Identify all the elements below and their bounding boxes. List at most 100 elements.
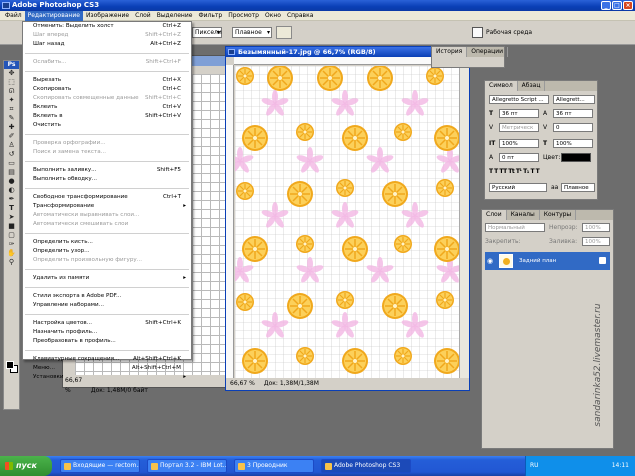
task-button-inbox[interactable]: Входящие — rectom...: [60, 459, 140, 473]
eye-icon[interactable]: ◉: [487, 256, 497, 266]
text-style-buttons[interactable]: T T TT Tt T¹ T₁ T T: [489, 167, 540, 176]
dodge-tool-icon[interactable]: ◐: [4, 186, 19, 195]
edit-menu-item[interactable]: Скопировать Ctrl+C: [23, 85, 191, 94]
tab-paths[interactable]: Контуры: [540, 210, 577, 220]
maximize-button[interactable]: □: [612, 1, 622, 10]
pen-tool-icon[interactable]: ✒: [4, 195, 19, 204]
tab-layers[interactable]: Слои: [482, 210, 507, 220]
menu-window[interactable]: Окно: [262, 11, 284, 21]
workspace-icon[interactable]: [472, 27, 483, 38]
eyedropper-tool-icon[interactable]: ✑: [4, 240, 19, 249]
move-tool-icon[interactable]: ✥: [4, 69, 19, 78]
edit-menu-item[interactable]: Преобразовать в профиль...: [23, 337, 191, 346]
edit-menu-item[interactable]: Вырезать Ctrl+X: [23, 76, 191, 85]
refine-edge-button[interactable]: [276, 26, 292, 39]
vertical-scrollbar[interactable]: [459, 57, 469, 378]
menu-help[interactable]: Справка: [284, 11, 316, 21]
tab-actions[interactable]: Операции: [467, 47, 508, 57]
gradient-tool-icon[interactable]: ▤: [4, 168, 19, 177]
start-button[interactable]: пуск: [0, 456, 52, 476]
task-button-explorer[interactable]: 3 Проводник: [234, 459, 314, 473]
blend-mode-select[interactable]: Нормальный: [485, 223, 545, 232]
menu-edit[interactable]: Редактирование: [24, 10, 83, 21]
edit-menu-item[interactable]: Удалить из памяти ▸: [23, 274, 191, 283]
eraser-tool-icon[interactable]: ▭: [4, 159, 19, 168]
edit-menu-item[interactable]: Вклеить в Shift+Ctrl+V: [23, 112, 191, 121]
edit-menu-item[interactable]: Клавиатурные сокращения... Alt+Shift+Ctrl…: [23, 355, 191, 364]
edit-menu-item-shortcut: Alt+Shift+Ctrl+K: [133, 356, 181, 362]
font-size-field[interactable]: 36 пт: [499, 109, 539, 118]
healing-brush-tool-icon[interactable]: ✚: [4, 123, 19, 132]
foreground-color-swatch[interactable]: [6, 361, 14, 369]
edit-menu-item[interactable]: Выполнить заливку... Shift+F5: [23, 166, 191, 175]
edit-menu-item[interactable]: Шаг назад Alt+Ctrl+Z: [23, 40, 191, 49]
vertical-scale-field[interactable]: 100%: [499, 139, 539, 148]
tab-character[interactable]: Символ: [485, 81, 518, 91]
edit-menu-item[interactable]: Вклеить Ctrl+V: [23, 103, 191, 112]
leading-field[interactable]: 36 пт: [553, 109, 593, 118]
tracking-field[interactable]: 0: [553, 123, 593, 132]
task-button-photoshop[interactable]: Adobe Photoshop CS3: [321, 459, 411, 473]
history-brush-tool-icon[interactable]: ↺: [4, 150, 19, 159]
path-selection-tool-icon[interactable]: ➤: [4, 213, 19, 222]
edit-menu-item[interactable]: Установки ▸: [23, 373, 191, 382]
edit-menu-item[interactable]: Стили экспорта в Adobe PDF...: [23, 292, 191, 301]
tab-paragraph[interactable]: Абзац: [518, 81, 546, 91]
menu-select[interactable]: Выделение: [154, 11, 196, 21]
minimize-button[interactable]: _: [601, 1, 611, 10]
menu-image[interactable]: Изображение: [83, 11, 132, 21]
stamp-tool-icon[interactable]: ♙: [4, 141, 19, 150]
crop-tool-icon[interactable]: ⌗: [4, 105, 19, 114]
text-color-swatch[interactable]: [561, 153, 591, 162]
baseline-field[interactable]: 0 пт: [499, 153, 539, 162]
brush-tool-icon[interactable]: ✐: [4, 132, 19, 141]
edit-menu-item[interactable]: Настройка цветов... Shift+Ctrl+K: [23, 319, 191, 328]
menu-file[interactable]: Файл: [2, 11, 25, 21]
close-button[interactable]: ×: [623, 1, 633, 10]
marquee-tool-icon[interactable]: ⬚: [4, 78, 19, 87]
edit-menu-item[interactable]: Трансформирование ▸: [23, 202, 191, 211]
font-style-select[interactable]: Allegrett...: [553, 95, 595, 104]
horizontal-scale-field[interactable]: 100%: [553, 139, 593, 148]
tab-channels[interactable]: Каналы: [507, 210, 540, 220]
task-button-portal[interactable]: Портал 3.2 - IBM Lot...: [147, 459, 227, 473]
magic-wand-tool-icon[interactable]: ✦: [4, 96, 19, 105]
lasso-tool-icon[interactable]: ᘏ: [4, 87, 19, 96]
kerning-field[interactable]: Метрическ: [499, 123, 539, 132]
slice-tool-icon[interactable]: ✎: [4, 114, 19, 123]
notes-tool-icon[interactable]: ▢: [4, 231, 19, 240]
horizontal-ruler[interactable]: [234, 57, 459, 65]
mode-select[interactable]: Пиксели: [192, 27, 222, 38]
vertical-ruler[interactable]: [226, 65, 234, 378]
opacity-field[interactable]: 100%: [582, 223, 610, 232]
blur-tool-icon[interactable]: ●: [4, 177, 19, 186]
menu-filter[interactable]: Фильтр: [195, 11, 225, 21]
type-tool-icon[interactable]: T: [4, 204, 19, 213]
edit-menu-item[interactable]: Определить узор...: [23, 247, 191, 256]
edit-menu-item[interactable]: Выполнить обводку...: [23, 175, 191, 184]
edit-menu-item[interactable]: Определить кисть...: [23, 238, 191, 247]
document-window[interactable]: Безымянный-17.jpg @ 66,7% (RGB/8) 66,67 …: [225, 46, 470, 391]
document-zoom[interactable]: 66,67 %: [230, 378, 262, 390]
language-indicator[interactable]: RU: [530, 456, 539, 476]
workspace-menu[interactable]: Рабочая среда: [486, 27, 532, 38]
hand-tool-icon[interactable]: ✋: [4, 249, 19, 258]
language-select[interactable]: Русский: [489, 183, 547, 192]
fill-field[interactable]: 100%: [582, 237, 610, 246]
menu-layer[interactable]: Слой: [132, 11, 154, 21]
edit-menu-item[interactable]: Очистить: [23, 121, 191, 130]
edit-menu-item[interactable]: Меню... Alt+Shift+Ctrl+M: [23, 364, 191, 373]
edit-menu-item[interactable]: Управление наборами...: [23, 301, 191, 310]
font-family-select[interactable]: Allegretto Script ...: [489, 95, 549, 104]
shape-tool-icon[interactable]: ■: [4, 222, 19, 231]
antialias-select[interactable]: Плавное: [561, 183, 595, 192]
style-select[interactable]: Плавное: [232, 27, 272, 38]
edit-menu-item[interactable]: Назначить профиль...: [23, 328, 191, 337]
tab-history[interactable]: История: [432, 47, 468, 57]
layer-row-background[interactable]: ◉ Задний план: [485, 252, 610, 270]
zoom-tool-icon[interactable]: ⚲: [4, 258, 19, 267]
menu-view[interactable]: Просмотр: [225, 11, 262, 21]
edit-menu-item[interactable]: Свободное трансформирование Ctrl+T: [23, 193, 191, 202]
edit-menu-item[interactable]: Отменить: Выделить холст Ctrl+Z: [23, 22, 191, 31]
document-canvas[interactable]: [235, 66, 461, 378]
